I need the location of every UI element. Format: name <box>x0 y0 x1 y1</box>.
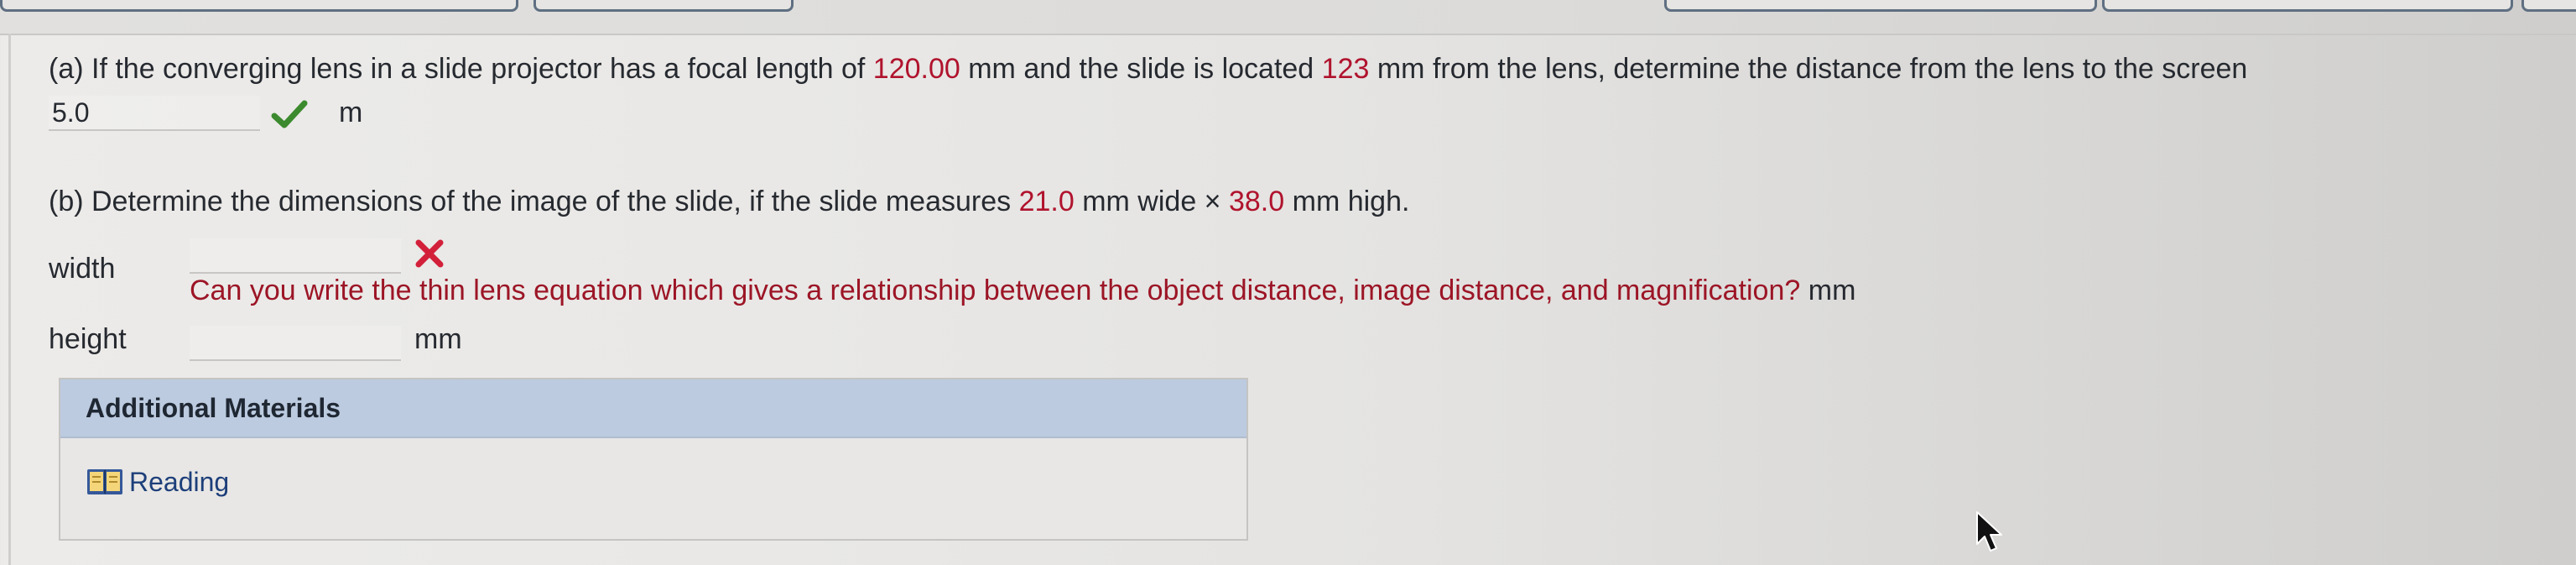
top-tab[interactable] <box>1664 0 2097 12</box>
width-label: width <box>49 253 116 285</box>
question-a-prefix: (a) If the converging lens in a slide pr… <box>49 53 873 85</box>
left-rule <box>8 34 11 565</box>
answer-a-unit: m <box>339 97 363 128</box>
top-tab[interactable] <box>0 0 518 12</box>
top-tab[interactable] <box>533 0 794 12</box>
top-strip <box>0 0 2576 35</box>
question-b-mid: mm wide × <box>1074 186 1229 217</box>
answer-a-value: 5.0 <box>52 97 90 128</box>
slide-width-value: 21.0 <box>1018 186 1075 217</box>
mouse-cursor-icon <box>1976 511 2002 552</box>
reading-link[interactable]: Reading <box>86 465 229 499</box>
reading-label: Reading <box>129 466 230 497</box>
height-unit: mm <box>414 323 462 355</box>
question-a-mid: mm and the slide is located <box>960 53 1322 85</box>
question-b-prefix: (b) Determine the dimensions of the imag… <box>49 186 1019 217</box>
question-b-suffix: mm high. <box>1284 186 1410 217</box>
question-a-text: (a) If the converging lens in a slide pr… <box>49 52 2247 86</box>
top-tab[interactable] <box>2521 0 2576 12</box>
check-icon <box>271 100 308 128</box>
focal-length-value: 120.00 <box>872 53 960 85</box>
top-tab[interactable] <box>2102 0 2513 12</box>
height-label: height <box>49 323 127 355</box>
height-input[interactable] <box>190 326 401 361</box>
additional-materials-panel: Additional Materials Reading <box>59 378 1248 541</box>
additional-materials-header: Additional Materials <box>60 379 1246 438</box>
book-icon <box>87 469 122 494</box>
question-a-suffix: mm from the lens, determine the distance… <box>1369 53 2248 85</box>
object-distance-value: 123 <box>1321 53 1370 85</box>
cross-icon <box>415 239 444 268</box>
width-input[interactable] <box>190 238 401 274</box>
feedback-line: Can you write the thin lens equation whi… <box>190 274 1855 307</box>
question-b-text: (b) Determine the dimensions of the imag… <box>49 185 1409 218</box>
slide-height-value: 38.0 <box>1228 186 1285 217</box>
additional-materials-title: Additional Materials <box>86 393 341 423</box>
feedback-message: Can you write the thin lens equation whi… <box>190 275 1801 306</box>
width-unit: mm <box>1808 275 1856 306</box>
answer-a-input[interactable]: 5.0 <box>49 96 260 131</box>
